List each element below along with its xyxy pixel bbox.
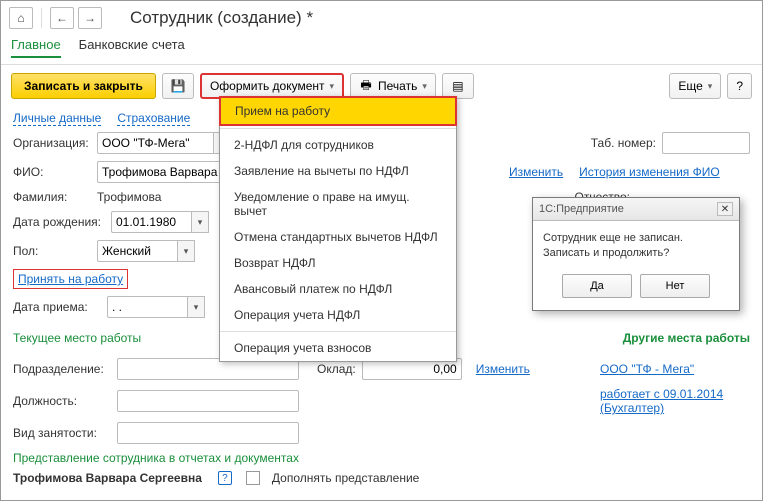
fio-input[interactable] bbox=[97, 161, 227, 183]
dob-label: Дата рождения: bbox=[13, 215, 105, 229]
help-button[interactable]: ? bbox=[727, 73, 752, 99]
dialog-title: 1С:Предприятие bbox=[539, 203, 717, 215]
arrow-right-icon: → bbox=[83, 11, 97, 25]
tabno-label: Таб. номер: bbox=[591, 136, 656, 150]
hire-date-label: Дата приема: bbox=[13, 300, 101, 314]
representation-header: Представление сотрудника в отчетах и док… bbox=[13, 451, 750, 465]
dd-item-property-deduction[interactable]: Уведомление о праве на имущ. вычет bbox=[220, 184, 456, 224]
home-button[interactable]: ⌂ bbox=[9, 7, 33, 29]
position-input[interactable] bbox=[117, 390, 299, 412]
section-insurance[interactable]: Страхование bbox=[117, 111, 190, 126]
dialog-close-button[interactable]: ✕ bbox=[717, 202, 733, 216]
org-input[interactable] bbox=[97, 132, 213, 154]
salary-change-link[interactable]: Изменить bbox=[476, 362, 530, 376]
window-title: Сотрудник (создание) * bbox=[130, 8, 313, 28]
dd-item-ndfl-return[interactable]: Возврат НДФЛ bbox=[220, 250, 456, 276]
dd-item-contrib-operation[interactable]: Операция учета взносов bbox=[220, 335, 456, 361]
sex-label: Пол: bbox=[13, 244, 91, 258]
dd-item-2ndfl[interactable]: 2-НДФЛ для сотрудников bbox=[220, 132, 456, 158]
separator bbox=[220, 331, 456, 332]
dd-item-ndfl-operation[interactable]: Операция учета НДФЛ bbox=[220, 302, 456, 328]
dialog-line1: Сотрудник еще не записан. bbox=[543, 231, 729, 246]
back-button[interactable]: ← bbox=[50, 7, 74, 29]
sex-input[interactable] bbox=[97, 240, 177, 262]
chevron-down-icon: ▾ bbox=[708, 81, 713, 92]
save-icon: 💾 bbox=[171, 79, 185, 93]
separator bbox=[220, 128, 456, 129]
rep-name: Трофимова Варвара Сергеевна bbox=[13, 471, 202, 485]
other-pos-link[interactable]: (Бухгалтер) bbox=[600, 401, 664, 415]
fio-history-link[interactable]: История изменения ФИО bbox=[579, 165, 720, 179]
hire-date-input[interactable] bbox=[107, 296, 187, 318]
forward-button[interactable]: → bbox=[78, 7, 102, 29]
arrow-left-icon: ← bbox=[55, 11, 69, 25]
more-button[interactable]: Еще ▾ bbox=[669, 73, 721, 99]
hire-link-highlight: Принять на работу bbox=[13, 269, 128, 289]
separator bbox=[41, 8, 42, 28]
hire-date-picker-button[interactable]: ▾ bbox=[187, 296, 205, 318]
org-label: Организация: bbox=[13, 136, 91, 150]
dd-item-hire[interactable]: Прием на работу bbox=[219, 96, 457, 126]
printer-icon: 🖶 bbox=[359, 79, 373, 93]
dd-item-cancel-deductions[interactable]: Отмена стандартных вычетов НДФЛ bbox=[220, 224, 456, 250]
dialog-line2: Записать и продолжить? bbox=[543, 246, 729, 261]
chevron-down-icon: ▾ bbox=[422, 81, 427, 92]
confirm-dialog: 1С:Предприятие ✕ Сотрудник еще не записа… bbox=[532, 197, 740, 311]
fio-label: ФИО: bbox=[13, 165, 91, 179]
dialog-yes-button[interactable]: Да bbox=[562, 274, 632, 298]
print-label: Печать bbox=[378, 79, 417, 93]
hire-link[interactable]: Принять на работу bbox=[18, 272, 123, 286]
surname-value: Трофимова bbox=[97, 190, 161, 204]
more-label: Еще bbox=[678, 79, 702, 93]
dd-item-deduction-request[interactable]: Заявление на вычеты по НДФЛ bbox=[220, 158, 456, 184]
close-icon: ✕ bbox=[721, 204, 729, 215]
tab-bank-accounts[interactable]: Банковские счета bbox=[79, 37, 185, 58]
surname-label: Фамилия: bbox=[13, 190, 91, 204]
chevron-down-icon: ▾ bbox=[330, 81, 335, 92]
tabno-input[interactable] bbox=[662, 132, 750, 154]
save-button[interactable]: 💾 bbox=[162, 73, 194, 99]
dob-input[interactable] bbox=[111, 211, 191, 233]
append-rep-checkbox[interactable] bbox=[246, 471, 260, 485]
dept-label: Подразделение: bbox=[13, 362, 111, 376]
dob-picker-button[interactable]: ▾ bbox=[191, 211, 209, 233]
append-rep-label: Дополнять представление bbox=[272, 471, 419, 485]
list-icon: ▤ bbox=[451, 79, 465, 93]
current-workplace-header: Текущее место работы bbox=[13, 331, 141, 345]
save-and-close-button[interactable]: Записать и закрыть bbox=[11, 73, 156, 99]
other-org-link[interactable]: ООО "ТФ - Мега" bbox=[600, 362, 694, 376]
emp-type-input[interactable] bbox=[117, 422, 299, 444]
dd-item-advance-payment[interactable]: Авансовый платеж по НДФЛ bbox=[220, 276, 456, 302]
sex-dropdown-button[interactable]: ▾ bbox=[177, 240, 195, 262]
dialog-no-button[interactable]: Нет bbox=[640, 274, 710, 298]
position-label: Должность: bbox=[13, 394, 111, 408]
tab-main[interactable]: Главное bbox=[11, 37, 61, 58]
format-document-label: Оформить документ bbox=[210, 79, 325, 93]
format-document-menu: Прием на работу 2-НДФЛ для сотрудников З… bbox=[219, 96, 457, 362]
other-workplaces-header: Другие места работы bbox=[623, 331, 750, 345]
help-icon[interactable]: ? bbox=[218, 471, 232, 485]
change-fio-link[interactable]: Изменить bbox=[509, 165, 563, 179]
emp-type-label: Вид занятости: bbox=[13, 426, 111, 440]
other-since-link[interactable]: работает с 09.01.2014 bbox=[600, 387, 723, 401]
home-icon: ⌂ bbox=[14, 11, 28, 25]
salary-label: Оклад: bbox=[317, 362, 356, 376]
section-personal-data[interactable]: Личные данные bbox=[13, 111, 101, 126]
